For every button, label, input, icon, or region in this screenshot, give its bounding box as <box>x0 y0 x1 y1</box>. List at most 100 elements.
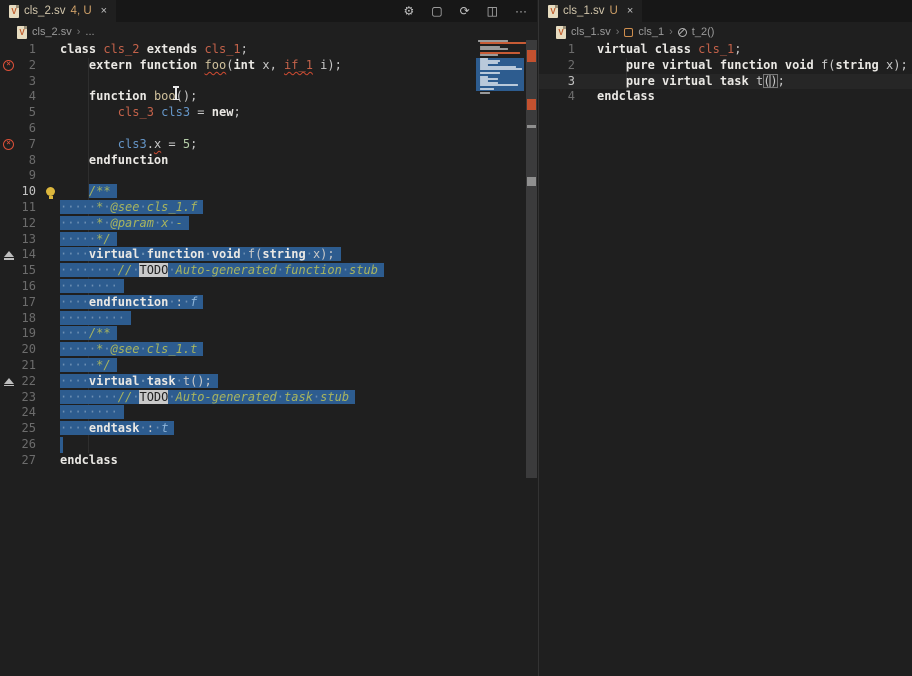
code-token: ·Auto-generated·task·stub <box>168 390 349 404</box>
line-number[interactable]: 15 <box>0 263 36 279</box>
breadcrumb-file[interactable]: cls_2.sv <box>32 26 72 38</box>
line-number[interactable]: 8 <box>0 153 36 169</box>
breadcrumb-file[interactable]: cls_1.sv <box>571 26 611 38</box>
code-line[interactable]: 19····/** <box>0 326 537 342</box>
line-number[interactable]: 24 <box>0 405 36 421</box>
sync-icon[interactable]: ⟳ <box>460 0 470 22</box>
close-icon[interactable]: × <box>101 5 107 17</box>
selection-tail <box>60 437 63 453</box>
code-editor-left[interactable]: 1class cls_2 extends cls_1; ×2 extern fu… <box>0 42 537 469</box>
line-number[interactable]: 2 <box>539 58 575 74</box>
code-line[interactable]: 21·····*/ <box>0 358 537 374</box>
breadcrumb-method[interactable]: t_2() <box>692 26 715 38</box>
tab-cls-2[interactable]: V cls_2.sv 4, U × <box>0 0 116 22</box>
code-line[interactable]: 18········· <box>0 311 537 327</box>
code-token: ········ <box>60 390 118 404</box>
line-number[interactable]: 26 <box>0 437 36 453</box>
code-line[interactable]: 4 endclass <box>539 89 912 105</box>
line-number[interactable]: 18 <box>0 311 36 327</box>
code-line[interactable]: 23········//·TODO·Auto-generated·task·st… <box>0 390 537 406</box>
code-line[interactable]: 27endclass <box>0 453 537 469</box>
code-line[interactable]: 15········//·TODO·Auto-generated·functio… <box>0 263 537 279</box>
line-number[interactable]: 4 <box>539 89 575 105</box>
line-number[interactable]: 5 <box>0 105 36 121</box>
line-number[interactable]: 25 <box>0 421 36 437</box>
line-number[interactable]: 1 <box>539 42 575 58</box>
code-line[interactable]: 6 <box>0 121 537 137</box>
code-line[interactable]: 4 function boo(); <box>0 89 537 105</box>
code-line[interactable]: ×7 cls3.x = 5; <box>0 137 537 153</box>
line-number[interactable]: 23 <box>0 390 36 406</box>
breadcrumb-rest[interactable]: ... <box>85 26 94 38</box>
code-line[interactable]: 3 pure virtual task t(); <box>539 74 912 90</box>
code-line[interactable]: 2 pure virtual function void f(string x)… <box>539 58 912 74</box>
code-line[interactable]: 9 <box>0 168 537 184</box>
editor-actions: ⚙ ▢ ⟳ ◫ ··· <box>403 0 527 22</box>
code-line[interactable]: 8 endfunction <box>0 153 537 169</box>
line-number[interactable]: 20 <box>0 342 36 358</box>
tabbar-left: V cls_2.sv 4, U × ⚙ ▢ ⟳ ◫ ··· <box>0 0 537 22</box>
method-icon <box>678 28 687 37</box>
line-number[interactable]: 3 <box>539 74 575 90</box>
line-number[interactable]: 21 <box>0 358 36 374</box>
split-editor-icon[interactable]: ◫ <box>487 0 498 22</box>
tab-cls-1[interactable]: V cls_1.sv U × <box>539 0 642 22</box>
code-line[interactable]: 1class cls_2 extends cls_1; <box>0 42 537 58</box>
code-editor-right[interactable]: 1virtual class cls_1; 2 pure virtual fun… <box>539 42 912 105</box>
line-number[interactable]: 1 <box>0 42 36 58</box>
line-number[interactable]: 11 <box>0 200 36 216</box>
line-number[interactable]: 13 <box>0 232 36 248</box>
line-number[interactable]: 12 <box>0 216 36 232</box>
close-icon[interactable]: × <box>627 5 633 17</box>
vscode-window: V cls_2.sv 4, U × ⚙ ▢ ⟳ ◫ ··· V cls_2.sv… <box>0 0 912 676</box>
lightbulb-icon[interactable] <box>46 187 55 196</box>
code-line[interactable]: 17····endfunction·:·f <box>0 295 537 311</box>
code-line[interactable]: 11·····*·@see·cls_1.f <box>0 200 537 216</box>
code-line[interactable]: 12 ·····*·@param·x·- <box>0 216 537 232</box>
breadcrumb-class[interactable]: cls_1 <box>638 26 664 38</box>
line-number[interactable]: 3 <box>0 74 36 90</box>
code-line[interactable]: 24········ <box>0 405 537 421</box>
line-number[interactable]: 4 <box>0 89 36 105</box>
code-token: ·····*/ <box>60 232 111 246</box>
code-token: i); <box>313 58 342 72</box>
code-line[interactable]: 10 /** <box>0 184 537 200</box>
minimap-line <box>480 68 522 70</box>
code-line[interactable]: 25····endtask·:·t <box>0 421 537 437</box>
minimap[interactable] <box>476 40 524 104</box>
selection-highlight: ·····*·@param·x·- <box>60 216 189 230</box>
line-number[interactable]: 7 <box>0 137 36 153</box>
breadcrumb-right[interactable]: V cls_1.sv › cls_1 › t_2() <box>539 22 912 42</box>
code-line[interactable]: 26 <box>0 437 537 453</box>
code-token: endclass <box>597 89 655 103</box>
layout-square-icon[interactable]: ▢ <box>431 0 442 22</box>
code-token <box>60 153 89 167</box>
line-number[interactable]: 17 <box>0 295 36 311</box>
code-token: //· <box>118 390 140 404</box>
selection-highlight: ····virtual·function·void·f(string·x); <box>60 247 341 261</box>
scrollbar-overview-ruler[interactable] <box>526 0 537 676</box>
settings-gear-icon[interactable]: ⚙ <box>403 0 414 22</box>
line-number[interactable]: 14 <box>0 247 36 263</box>
line-number[interactable]: 19 <box>0 326 36 342</box>
line-number[interactable]: 10 <box>0 184 36 200</box>
code-line[interactable]: 5 cls_3 cls3 = new; <box>0 105 537 121</box>
code-line[interactable]: 14 ····virtual·function·void·f(string·x); <box>0 247 537 263</box>
whitespace-dots: ····· <box>60 342 96 356</box>
code-line[interactable]: 3 <box>0 74 537 90</box>
line-number[interactable]: 27 <box>0 453 36 469</box>
breadcrumb-left[interactable]: V cls_2.sv › ... <box>0 22 537 42</box>
line-number[interactable]: 16 <box>0 279 36 295</box>
line-number[interactable]: 6 <box>0 121 36 137</box>
code-line[interactable]: 20·····*·@see·cls_1.t <box>0 342 537 358</box>
line-number[interactable]: 2 <box>0 58 36 74</box>
code-line[interactable]: 16········ <box>0 279 537 295</box>
code-line[interactable]: 13 ·····*/ <box>0 232 537 248</box>
code-token: ···· <box>60 247 89 261</box>
code-line[interactable]: 22····virtual·task·t(); <box>0 374 537 390</box>
line-number[interactable]: 9 <box>0 168 36 184</box>
code-line[interactable]: ×2 extern function foo(int x, if_1 i); <box>0 58 537 74</box>
line-number[interactable]: 22 <box>0 374 36 390</box>
code-line[interactable]: 1virtual class cls_1; <box>539 42 912 58</box>
code-token <box>60 89 89 103</box>
